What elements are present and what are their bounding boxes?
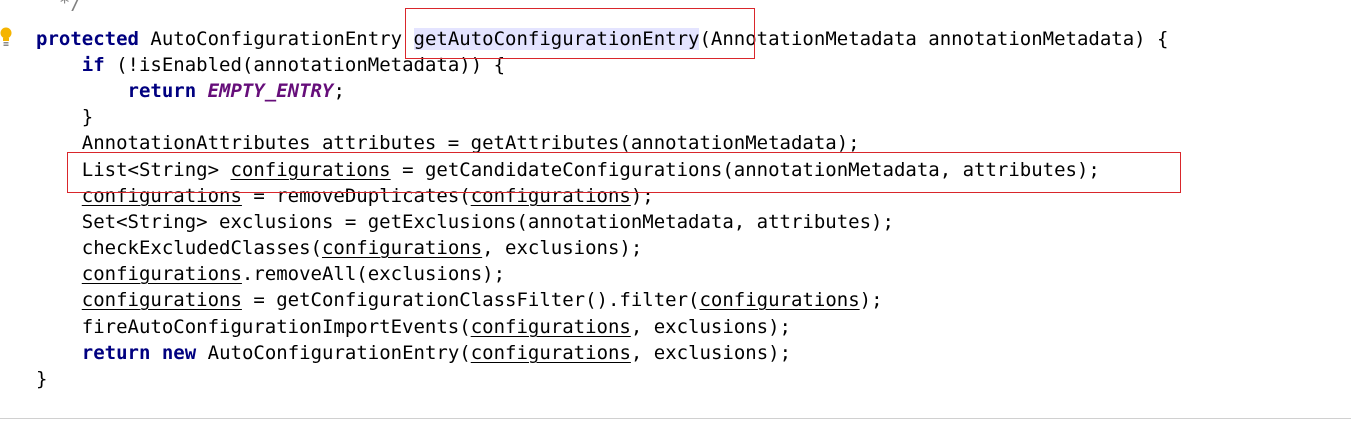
code-token: = getCandidateConfigurations(annotationM…: [390, 159, 1100, 181]
code-line[interactable]: protected AutoConfigurationEntry getAuto…: [36, 26, 1168, 52]
code-token: (!isEnabled(annotationMetadata)) {: [104, 54, 506, 76]
code-token: .removeAll(exclusions);: [241, 263, 506, 285]
code-token: ;: [333, 80, 345, 102]
code-variable: configurations: [699, 289, 860, 311]
lightbulb-icon[interactable]: [0, 26, 12, 48]
code-line[interactable]: List<String> configurations = getCandida…: [36, 157, 1100, 183]
code-keyword: return: [81, 342, 151, 364]
code-line[interactable]: checkExcludedClasses(configurations, exc…: [36, 235, 643, 261]
code-token: AnnotationAttributes attributes = getAtt…: [36, 132, 860, 154]
code-comment: */: [36, 0, 82, 14]
code-variable: configurations: [470, 342, 631, 364]
code-token: = getConfigurationClassFilter().filter(: [241, 289, 700, 311]
code-token: );: [859, 289, 883, 311]
code-line[interactable]: configurations = getConfigurationClassFi…: [36, 287, 883, 313]
code-token: }: [36, 368, 48, 390]
code-keyword: protected: [36, 28, 139, 50]
code-token: , exclusions);: [630, 316, 791, 338]
code-variable: configurations: [470, 185, 631, 207]
code-line[interactable]: }: [36, 104, 93, 130]
code-line[interactable]: configurations.removeAll(exclusions);: [36, 261, 505, 287]
code-line[interactable]: return EMPTY_ENTRY;: [36, 78, 345, 104]
code-line[interactable]: AnnotationAttributes attributes = getAtt…: [36, 130, 860, 156]
code-line[interactable]: configurations = removeDuplicates(config…: [36, 183, 654, 209]
code-token: = removeDuplicates(: [241, 185, 471, 207]
code-variable: configurations: [230, 159, 391, 181]
code-token: , exclusions);: [482, 237, 643, 259]
code-line[interactable]: return new AutoConfigurationEntry(config…: [36, 340, 791, 366]
code-token: AutoConfigurationEntry(: [196, 342, 471, 364]
code-token: }: [36, 106, 94, 128]
code-token: );: [630, 185, 654, 207]
editor-bottom-divider: [0, 418, 1351, 419]
code-line[interactable]: }: [36, 366, 47, 392]
code-line[interactable]: Set<String> exclusions = getExclusions(a…: [36, 209, 894, 235]
code-token: , exclusions);: [630, 342, 792, 364]
code-variable: configurations: [321, 237, 483, 259]
code-token: (AnnotationMetadata annotationMetadata) …: [699, 28, 1169, 50]
code-token: checkExcludedClasses(: [36, 237, 322, 259]
code-line[interactable]: */: [36, 0, 82, 16]
code-method-name: getAutoConfigurationEntry: [413, 28, 700, 50]
code-line[interactable]: if (!isEnabled(annotationMetadata)) {: [36, 52, 505, 78]
code-variable: configurations: [81, 263, 242, 285]
code-keyword: new: [161, 342, 197, 364]
code-editor[interactable]: */ protected AutoConfigurationEntry getAu…: [0, 0, 1351, 424]
code-keyword: if: [81, 54, 105, 76]
code-token: List<String>: [36, 159, 231, 181]
code-variable: configurations: [470, 316, 631, 338]
code-constant: EMPTY_ENTRY: [207, 80, 334, 102]
code-token: fireAutoConfigurationImportEvents(: [36, 316, 471, 338]
code-line[interactable]: fireAutoConfigurationImportEvents(config…: [36, 314, 791, 340]
code-keyword: return: [127, 80, 197, 102]
code-variable: configurations: [81, 185, 242, 207]
code-variable: configurations: [81, 289, 242, 311]
code-token: AutoConfigurationEntry: [138, 28, 414, 50]
code-token: Set<String> exclusions = getExclusions(a…: [36, 211, 894, 233]
